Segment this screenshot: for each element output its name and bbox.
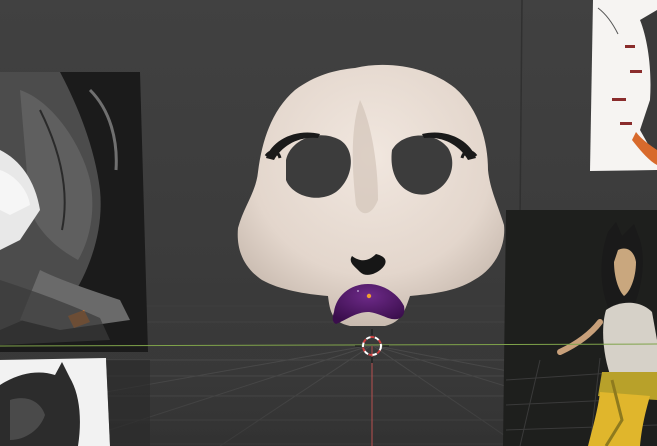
lip-highlight-dot	[366, 293, 372, 299]
reference-image-left-bottom[interactable]	[0, 358, 150, 446]
reference-image-right-bottom[interactable]	[503, 210, 657, 446]
viewport-canvas[interactable]	[0, 0, 657, 446]
reference-image-right-top[interactable]	[590, 0, 657, 171]
3d-viewport[interactable]	[0, 0, 657, 446]
reference-image-left-top[interactable]	[0, 72, 148, 352]
skull-mask-model[interactable]	[237, 64, 505, 326]
